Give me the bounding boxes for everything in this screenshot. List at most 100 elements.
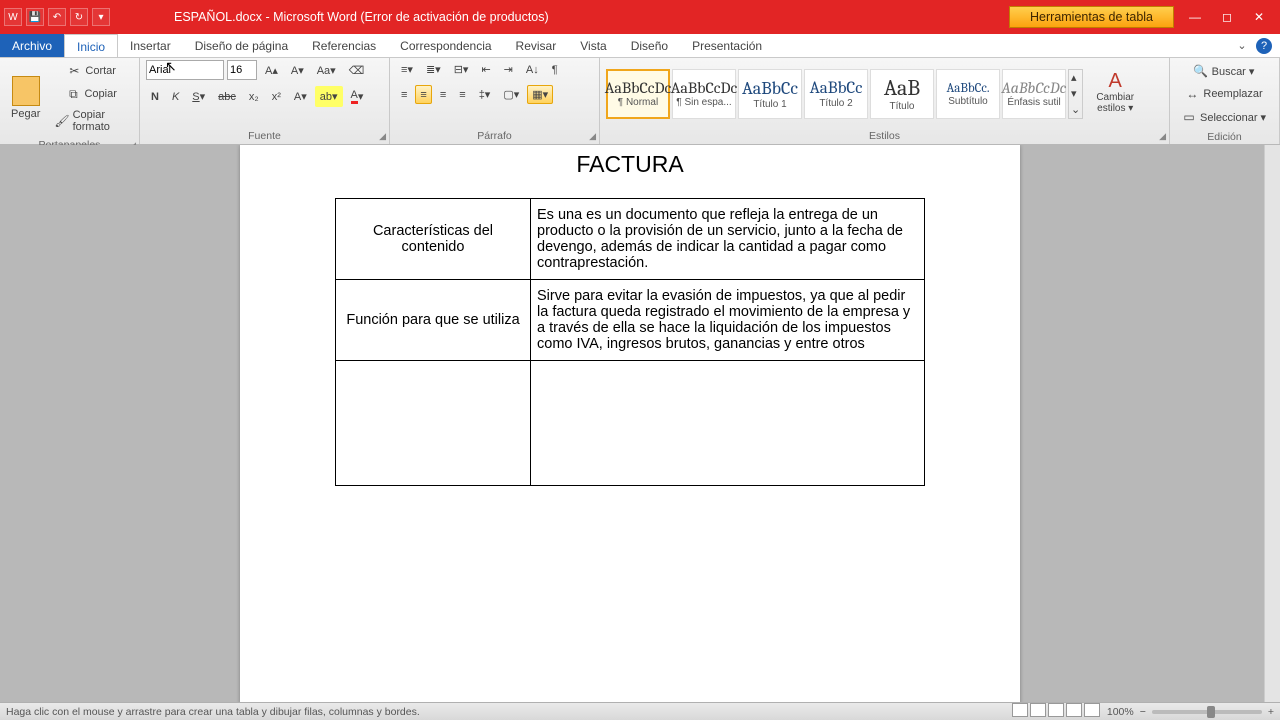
- table-row: Función para que se utiliza Sirve para e…: [336, 280, 925, 361]
- dec-indent-button[interactable]: ⇤: [476, 60, 495, 79]
- font-name-input[interactable]: [146, 60, 224, 80]
- font-launcher-icon[interactable]: ◢: [379, 131, 386, 142]
- select-button[interactable]: ▭Seleccionar ▾: [1176, 106, 1271, 128]
- document-workspace: FACTURA Características del contenido Es…: [0, 145, 1280, 702]
- minimize-ribbon-icon[interactable]: ⌄: [1234, 38, 1250, 54]
- change-case-button[interactable]: Aa▾: [312, 61, 341, 80]
- minimize-icon[interactable]: —: [1182, 9, 1208, 25]
- format-painter-button[interactable]: 🖌Copiar formato: [49, 106, 133, 136]
- brush-icon: 🖌: [54, 113, 69, 129]
- underline-button[interactable]: S ▾: [187, 86, 210, 107]
- style-sin-espaciado[interactable]: AaBbCcDc¶ Sin espa...: [672, 69, 736, 119]
- ribbon-tabs: Archivo Inicio Insertar Diseño de página…: [0, 34, 1280, 58]
- style-titulo2[interactable]: AaBbCcTítulo 2: [804, 69, 868, 119]
- tab-correspondencia[interactable]: Correspondencia: [388, 34, 503, 57]
- scissors-icon: ✂: [66, 63, 82, 79]
- zoom-in-icon[interactable]: +: [1268, 706, 1274, 718]
- tab-archivo[interactable]: Archivo: [0, 34, 64, 57]
- table-tools-context-tab: Herramientas de tabla: [1009, 6, 1174, 28]
- copy-button[interactable]: ⧉Copiar: [49, 83, 133, 105]
- tab-diseno[interactable]: Diseño: [619, 34, 680, 57]
- bullets-button[interactable]: ≡▾: [396, 60, 418, 79]
- line-spacing-button[interactable]: ‡▾: [474, 85, 496, 104]
- word-icon[interactable]: W: [4, 8, 22, 26]
- show-marks-button[interactable]: ¶: [547, 60, 563, 79]
- style-titulo1[interactable]: AaBbCcTítulo 1: [738, 69, 802, 119]
- style-subtitulo[interactable]: AaBbCc.Subtítulo: [936, 69, 1000, 119]
- view-buttons[interactable]: [1011, 703, 1101, 720]
- cell-empty-right[interactable]: [531, 361, 925, 486]
- bold-button[interactable]: N: [146, 86, 164, 107]
- justify-button[interactable]: ≡: [454, 85, 470, 104]
- style-normal[interactable]: AaBbCcDc¶ Normal: [606, 69, 670, 119]
- redo-icon[interactable]: ↻: [70, 8, 88, 26]
- styles-launcher-icon[interactable]: ◢: [1159, 131, 1166, 142]
- title-bar: W 💾 ↶ ↻ ▾ ESPAÑOL.docx - Microsoft Word …: [0, 0, 1280, 34]
- styles-scroll-down-icon[interactable]: ▾: [1071, 87, 1080, 100]
- tab-revisar[interactable]: Revisar: [504, 34, 569, 57]
- cell-empty-left[interactable]: [336, 361, 531, 486]
- undo-icon[interactable]: ↶: [48, 8, 66, 26]
- cell-funcion-label[interactable]: Función para que se utiliza: [336, 280, 531, 361]
- strike-button[interactable]: abc: [213, 86, 241, 107]
- text-effects-button[interactable]: A▾: [289, 86, 312, 107]
- save-icon[interactable]: 💾: [26, 8, 44, 26]
- highlight-button[interactable]: ab▾: [315, 86, 343, 107]
- tab-inicio[interactable]: Inicio: [64, 34, 118, 57]
- styles-expand-icon[interactable]: ⌄: [1071, 103, 1080, 116]
- italic-button[interactable]: K: [167, 86, 184, 107]
- font-size-input[interactable]: [227, 60, 257, 80]
- replace-icon: ↔: [1184, 86, 1200, 102]
- tab-diseno-pagina[interactable]: Diseño de página: [183, 34, 300, 57]
- status-bar: Haga clic con el mouse y arrastre para c…: [0, 702, 1280, 720]
- qat-more-icon[interactable]: ▾: [92, 8, 110, 26]
- inc-indent-button[interactable]: ⇥: [499, 60, 518, 79]
- doc-table[interactable]: Características del contenido Es una es …: [335, 198, 925, 486]
- vertical-scrollbar[interactable]: [1264, 145, 1280, 702]
- zoom-out-icon[interactable]: −: [1140, 706, 1146, 718]
- align-center-button[interactable]: ≡: [415, 85, 431, 104]
- find-button[interactable]: 🔍Buscar ▾: [1176, 60, 1271, 82]
- shading-button[interactable]: ▢▾: [498, 85, 524, 104]
- subscript-button[interactable]: x₂: [244, 86, 264, 107]
- styles-gallery[interactable]: AaBbCcDc¶ Normal AaBbCcDc¶ Sin espa... A…: [606, 69, 1083, 119]
- cut-button[interactable]: ✂Cortar: [49, 60, 133, 82]
- multilevel-button[interactable]: ⊟▾: [449, 60, 474, 79]
- align-right-button[interactable]: ≡: [435, 85, 451, 104]
- replace-button[interactable]: ↔Reemplazar: [1176, 83, 1271, 105]
- maximize-icon[interactable]: ◻: [1214, 9, 1240, 25]
- select-icon: ▭: [1181, 109, 1197, 125]
- shrink-font-button[interactable]: A▾: [286, 61, 309, 80]
- sort-button[interactable]: A↓: [521, 60, 544, 79]
- grow-font-button[interactable]: A▴: [260, 61, 283, 80]
- zoom-slider[interactable]: [1152, 710, 1262, 714]
- font-color-button[interactable]: A▾: [346, 86, 369, 107]
- table-row: Características del contenido Es una es …: [336, 199, 925, 280]
- clear-format-button[interactable]: ⌫: [344, 61, 370, 80]
- cell-caracteristicas-label[interactable]: Características del contenido: [336, 199, 531, 280]
- help-icon[interactable]: ?: [1256, 38, 1272, 54]
- paragraph-launcher-icon[interactable]: ◢: [589, 131, 596, 142]
- zoom-level: 100%: [1107, 706, 1134, 718]
- paste-button[interactable]: Pegar: [6, 73, 45, 123]
- borders-button[interactable]: ▦▾: [527, 85, 553, 104]
- numbering-button[interactable]: ≣▾: [421, 60, 446, 79]
- align-left-button[interactable]: ≡: [396, 85, 412, 104]
- tab-insertar[interactable]: Insertar: [118, 34, 183, 57]
- change-styles-button[interactable]: A Cambiar estilos ▾: [1087, 71, 1143, 117]
- style-enfasis[interactable]: AaBbCcDcÉnfasis sutil: [1002, 69, 1066, 119]
- close-icon[interactable]: ✕: [1246, 9, 1272, 25]
- superscript-button[interactable]: x²: [267, 86, 286, 107]
- style-titulo[interactable]: AaBTítulo: [870, 69, 934, 119]
- copy-icon: ⧉: [65, 86, 81, 102]
- styles-scroll-up-icon[interactable]: ▴: [1071, 71, 1080, 84]
- cell-caracteristicas-text[interactable]: Es una es un documento que refleja la en…: [531, 199, 925, 280]
- tab-vista[interactable]: Vista: [568, 34, 618, 57]
- doc-heading: FACTURA: [240, 151, 1020, 178]
- tab-presentacion[interactable]: Presentación: [680, 34, 774, 57]
- tab-referencias[interactable]: Referencias: [300, 34, 388, 57]
- ribbon: Pegar ✂Cortar ⧉Copiar 🖌Copiar formato Po…: [0, 58, 1280, 145]
- cell-funcion-text[interactable]: Sirve para evitar la evasión de impuesto…: [531, 280, 925, 361]
- status-hint: Haga clic con el mouse y arrastre para c…: [6, 706, 420, 718]
- document-page[interactable]: FACTURA Características del contenido Es…: [240, 145, 1020, 702]
